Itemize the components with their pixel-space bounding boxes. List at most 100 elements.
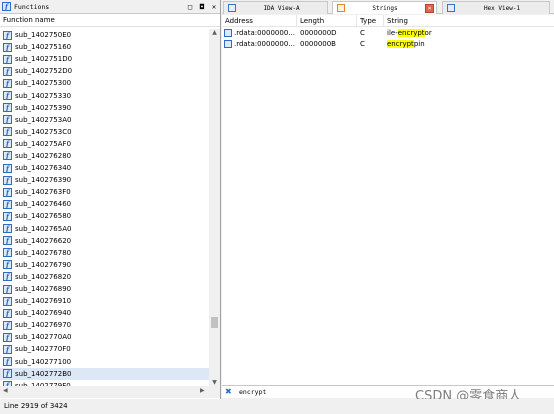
function-name: sub_140276390 (15, 176, 72, 185)
float-icon[interactable]: ◘ (196, 3, 208, 11)
function-icon: f (3, 187, 12, 197)
tab-hex-view-1[interactable]: Hex View-1 (442, 1, 550, 14)
function-name: sub_1402763F0 (15, 188, 71, 197)
type-column-header[interactable]: Type (357, 15, 384, 26)
hex-view-icon (447, 4, 455, 12)
string-suffix: or (424, 28, 432, 37)
search-input[interactable]: encrypt (239, 388, 266, 396)
function-name: sub_1402772B0 (15, 369, 72, 378)
function-list-item[interactable]: f sub_140276970 (0, 319, 209, 331)
function-list-item[interactable]: f sub_140276910 (0, 295, 209, 307)
function-name: sub_1402753C0 (15, 127, 72, 136)
string-address: .rdata:0000000... (234, 28, 295, 37)
function-name: sub_1402751D0 (15, 55, 73, 64)
function-list-item[interactable]: f sub_140276940 (0, 307, 209, 319)
string-suffix: pin (413, 39, 425, 48)
function-list-item[interactable]: f sub_1402750E0 (0, 29, 209, 41)
function-icon: f (3, 115, 12, 125)
scroll-thumb[interactable] (211, 317, 218, 328)
function-icon: f (3, 369, 12, 379)
function-name: sub_140276460 (15, 200, 72, 209)
function-list-item[interactable]: f sub_140275300 (0, 77, 209, 89)
maximize-icon[interactable]: □ (184, 3, 196, 11)
function-list-item[interactable]: f sub_140276460 (0, 198, 209, 210)
string-row[interactable]: .rdata:0000000... 0000000D Cile-encryptor (222, 27, 554, 38)
function-name: sub_140276620 (15, 236, 72, 245)
scroll-up-icon[interactable]: ▲ (209, 29, 220, 36)
functions-horizontal-scrollbar[interactable]: ◀ ▶ (0, 386, 220, 398)
strings-icon (337, 4, 345, 12)
function-icon: f (3, 163, 12, 173)
close-icon[interactable]: ✕ (208, 3, 220, 11)
string-entry-icon (224, 39, 232, 48)
tab-label: IDA View-A (263, 4, 300, 12)
function-icon: f (3, 296, 12, 306)
function-list-item[interactable]: f sub_140276390 (0, 174, 209, 186)
function-list-item[interactable]: f sub_140276790 (0, 259, 209, 271)
length-column-header[interactable]: Length (297, 15, 357, 26)
function-icon: f (3, 236, 12, 246)
function-list-item[interactable]: f sub_1402765A0 (0, 223, 209, 235)
functions-vertical-scrollbar[interactable]: ▲ ▼ (209, 29, 220, 386)
function-name: sub_140276940 (15, 309, 72, 318)
function-list-item[interactable]: f sub_1402753A0 (0, 114, 209, 126)
scroll-right-icon[interactable]: ▶ (200, 387, 205, 394)
function-name: sub_1402770A0 (15, 333, 72, 342)
functions-titlebar: f Functions □ ◘ ✕ (0, 0, 220, 14)
string-row[interactable]: .rdata:0000000... 0000000B Cencryptpin (222, 38, 554, 49)
status-bar: Line 2919 of 3424 (0, 399, 554, 414)
address-column-header[interactable]: Address (222, 15, 297, 26)
function-name: sub_140275160 (15, 43, 72, 52)
function-name: sub_1402765A0 (15, 224, 72, 233)
functions-title: Functions (14, 2, 50, 11)
function-list-item[interactable]: f sub_1402763F0 (0, 186, 209, 198)
function-list-item[interactable]: f sub_140275330 (0, 89, 209, 101)
function-name: sub_1402752D0 (15, 67, 73, 76)
string-length: 0000000D (300, 28, 337, 37)
function-list-item[interactable]: f sub_1402753C0 (0, 126, 209, 138)
function-list-item[interactable]: f sub_140276780 (0, 247, 209, 259)
tab-ida-view-a[interactable]: IDA View-A (223, 1, 328, 14)
function-list-item[interactable]: f sub_1402751D0 (0, 53, 209, 65)
string-column-header[interactable]: String (384, 15, 444, 26)
function-icon: f (3, 248, 12, 258)
function-list-item[interactable]: f sub_1402770F0 (0, 343, 209, 355)
scroll-left-icon[interactable]: ◀ (3, 387, 8, 394)
strings-list: .rdata:0000000... 0000000D Cile-encryptor.… (222, 27, 554, 49)
function-icon: f (3, 91, 12, 101)
function-icon: f (3, 284, 12, 294)
strings-view: Address Length Type String .rdata:000000… (222, 15, 554, 385)
function-list-item[interactable]: f sub_1402752D0 (0, 65, 209, 77)
function-list-item[interactable]: f sub_140275AF0 (0, 138, 209, 150)
function-name: sub_140275300 (15, 79, 72, 88)
function-icon: f (3, 175, 12, 185)
function-icon: f (3, 320, 12, 330)
function-name: sub_140276340 (15, 164, 72, 173)
function-icon: f (3, 103, 12, 113)
function-list-item[interactable]: f sub_140275160 (0, 41, 209, 53)
function-name: sub_140276790 (15, 260, 72, 269)
function-list-item[interactable]: f sub_140276620 (0, 235, 209, 247)
function-list-item[interactable]: f sub_140276890 (0, 283, 209, 295)
function-list-item[interactable]: f sub_140276580 (0, 210, 209, 222)
function-list-item[interactable]: f sub_140275390 (0, 102, 209, 114)
close-tab-icon[interactable]: × (425, 3, 434, 13)
function-icon: f (3, 127, 12, 137)
function-list-item[interactable]: f sub_140276280 (0, 150, 209, 162)
function-name: sub_140276580 (15, 212, 72, 221)
function-list-item[interactable]: f sub_140276340 (0, 162, 209, 174)
close-search-icon[interactable]: ✖ (225, 388, 233, 396)
function-list-item[interactable]: f sub_140277100 (0, 356, 209, 368)
function-name: sub_140276890 (15, 285, 72, 294)
tab-strings[interactable]: Strings × (332, 1, 437, 14)
scroll-down-icon[interactable]: ▼ (209, 379, 220, 386)
function-list-item[interactable]: f sub_1402770A0 (0, 331, 209, 343)
function-icon: f (3, 151, 12, 161)
tab-label: Strings (372, 4, 398, 12)
function-list-item[interactable]: f sub_1402772B0 (0, 367, 209, 380)
function-name: sub_1402770F0 (15, 345, 71, 354)
function-name-column-header[interactable]: Function name (0, 14, 220, 27)
function-list-item[interactable]: f sub_140276820 (0, 271, 209, 283)
function-icon: f (3, 357, 12, 367)
string-match-highlight: encrypt (397, 28, 425, 37)
